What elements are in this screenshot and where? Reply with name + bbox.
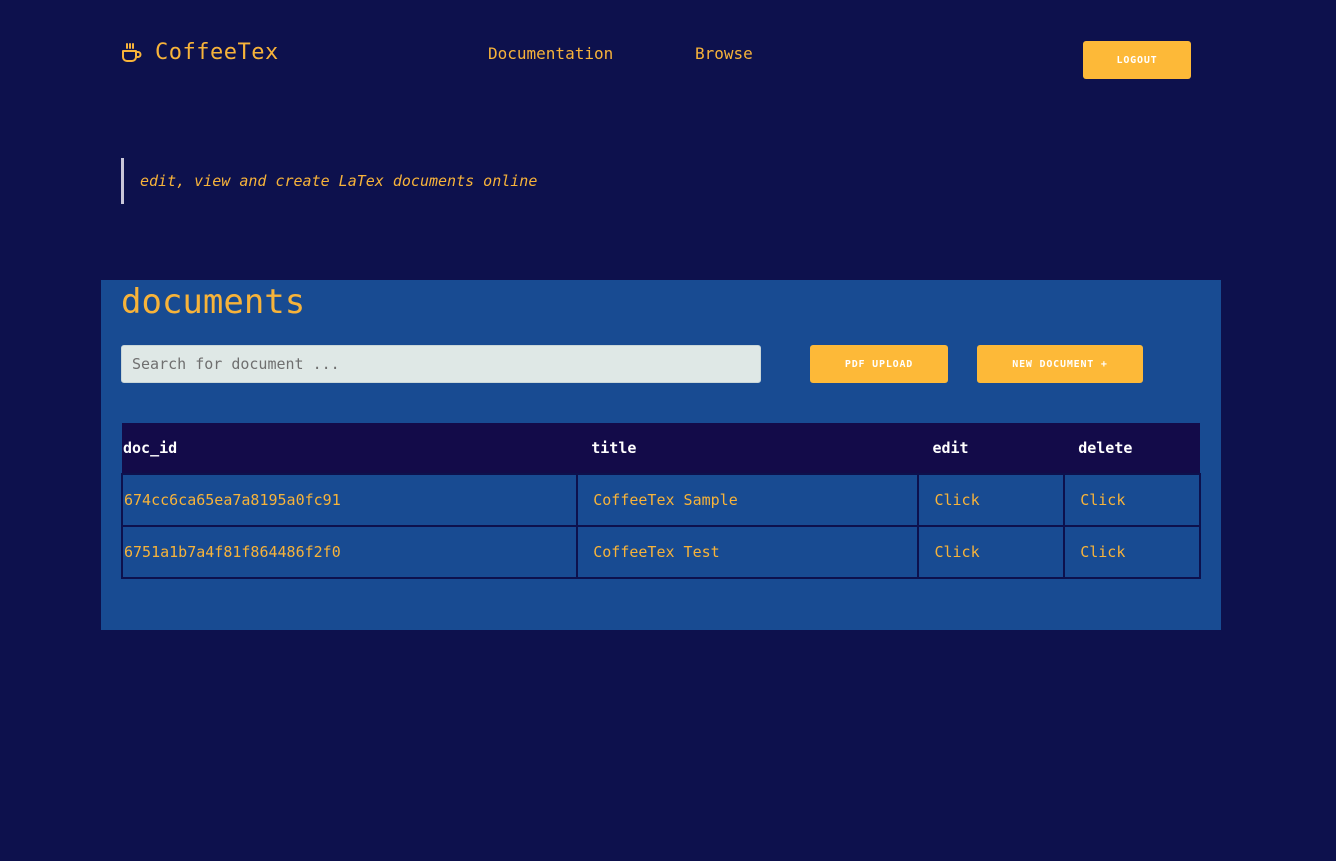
doc-id-cell: 674cc6ca65ea7a8195a0fc91 bbox=[120, 473, 579, 527]
doc-id-cell: 6751a1b7a4f81f864486f2f0 bbox=[120, 525, 579, 579]
nav-browse-link[interactable]: Browse bbox=[695, 44, 753, 63]
column-header-edit: edit bbox=[918, 423, 1065, 475]
column-header-title: title bbox=[577, 423, 919, 475]
documents-panel: documents PDF UPLOAD NEW DOCUMENT + doc_… bbox=[101, 280, 1221, 630]
edit-link[interactable]: Click bbox=[917, 525, 1066, 579]
table-row: 6751a1b7a4f81f864486f2f0 CoffeeTex Test … bbox=[120, 525, 1201, 579]
nav-documentation-link[interactable]: Documentation bbox=[488, 44, 613, 63]
documents-title: documents bbox=[121, 282, 306, 322]
delete-link[interactable]: Click bbox=[1063, 473, 1201, 527]
logout-button[interactable]: LOGOUT bbox=[1083, 41, 1191, 79]
column-header-doc-id: doc_id bbox=[122, 423, 578, 475]
documents-table: doc_id title edit delete 674cc6ca65ea7a8… bbox=[120, 423, 1201, 579]
tagline-text: edit, view and create LaTex documents on… bbox=[140, 172, 538, 190]
title-cell: CoffeeTex Sample bbox=[576, 473, 920, 527]
table-header-row: doc_id title edit delete bbox=[122, 423, 1200, 475]
title-cell: CoffeeTex Test bbox=[576, 525, 920, 579]
pdf-upload-button[interactable]: PDF UPLOAD bbox=[810, 345, 948, 383]
search-input[interactable] bbox=[121, 345, 761, 383]
new-document-button[interactable]: NEW DOCUMENT + bbox=[977, 345, 1143, 383]
brand-name: CoffeeTex bbox=[155, 40, 279, 65]
delete-link[interactable]: Click bbox=[1063, 525, 1201, 579]
edit-link[interactable]: Click bbox=[917, 473, 1066, 527]
brand-home-link[interactable]: CoffeeTex bbox=[121, 40, 279, 65]
coffee-cup-icon bbox=[121, 42, 143, 63]
column-header-delete: delete bbox=[1064, 423, 1200, 475]
tagline: edit, view and create LaTex documents on… bbox=[121, 158, 537, 204]
table-row: 674cc6ca65ea7a8195a0fc91 CoffeeTex Sampl… bbox=[120, 473, 1201, 527]
